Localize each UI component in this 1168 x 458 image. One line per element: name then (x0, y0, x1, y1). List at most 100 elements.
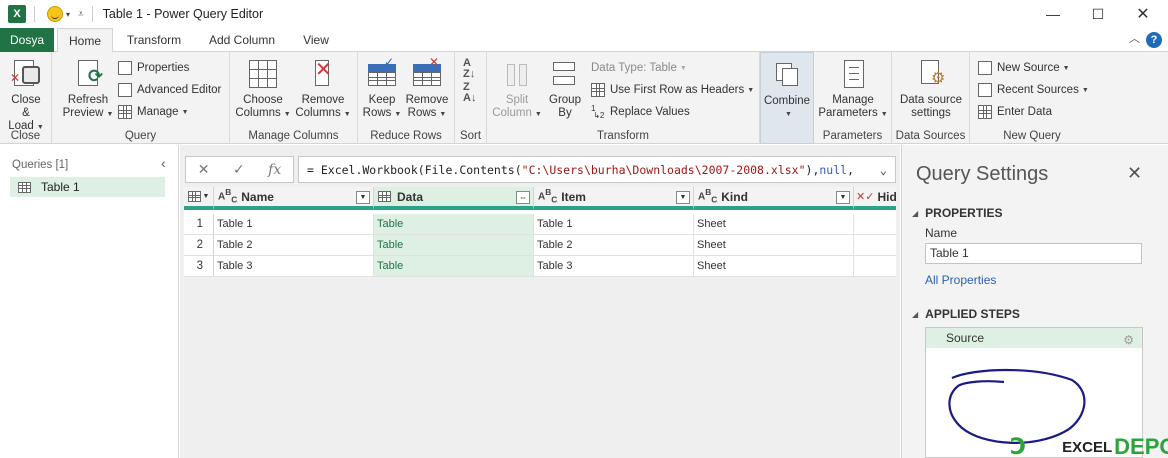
combine-button[interactable]: Combine ▼ (764, 59, 810, 121)
tab-add-column[interactable]: Add Column (200, 28, 284, 52)
data-source-settings-icon: ⚙ (915, 58, 947, 90)
text-type-icon: ABC (698, 186, 718, 205)
collapse-queries-icon[interactable]: ‹ (161, 155, 166, 171)
all-properties-link[interactable]: All Properties (925, 273, 996, 287)
queries-pane: Queries [1] ‹ Table 1 (0, 145, 179, 458)
minimize-button[interactable]: — (1030, 0, 1076, 28)
choose-columns-button[interactable]: Choose Columns ▼ (235, 58, 291, 121)
row-number[interactable]: 2 (184, 235, 214, 256)
replace-values-label: Replace Values (610, 106, 690, 118)
table-cell[interactable]: Table 1 (214, 214, 374, 235)
group-label-reduce-rows: Reduce Rows (370, 130, 442, 142)
refresh-label-1: Refresh (67, 94, 109, 106)
enter-data-button[interactable]: Enter Data (978, 103, 1052, 121)
manage-parameters-button[interactable]: Manage Parameters ▼ (818, 58, 888, 121)
column-header-item[interactable]: ABC Item ▼ (534, 187, 694, 210)
table-cell[interactable]: Sheet (694, 256, 854, 277)
tab-transform[interactable]: Transform (117, 28, 191, 52)
data-type-dropdown[interactable]: Data Type: Table ▼ (591, 59, 687, 77)
row-number[interactable]: 3 (184, 256, 214, 277)
group-by-button[interactable]: Group By (543, 58, 587, 120)
column-header-name[interactable]: ABC Name ▼ (214, 187, 374, 210)
tab-home[interactable]: Home (57, 28, 113, 53)
query-name-input[interactable]: Table 1 (925, 243, 1142, 264)
close-window-button[interactable]: ✕ (1120, 0, 1166, 28)
feedback-smiley-icon[interactable] (47, 6, 63, 22)
main-area: ✕ ✓ fx = Excel.Workbook(File.Contents("C… (180, 145, 900, 458)
query-settings-pane: Query Settings ✕ ◢ PROPERTIES Name Table… (901, 145, 1168, 458)
table-cell[interactable]: Table 3 (214, 256, 374, 277)
recent-sources-button[interactable]: Recent Sources ▼ (978, 81, 1089, 99)
properties-section-header[interactable]: ◢ PROPERTIES (912, 206, 1003, 220)
watermark-depo-text: DEPO (1114, 434, 1168, 458)
keep-rows-label-1: Keep (368, 94, 396, 106)
applied-steps-section-header[interactable]: ◢ APPLIED STEPS (912, 307, 1020, 321)
group-by-icon (549, 58, 581, 90)
column-header-data[interactable]: Data ⇔ (374, 187, 534, 210)
feedback-dropdown-icon[interactable]: ▾ (66, 10, 70, 19)
quick-access-customize-icon[interactable]: ⩡ (78, 9, 84, 20)
column-header-kind[interactable]: ABC Kind ▼ (694, 187, 854, 210)
maximize-button[interactable]: ☐ (1075, 0, 1121, 28)
title-separator (34, 6, 35, 22)
collapse-ribbon-icon[interactable]: ︿ (1129, 30, 1140, 46)
table-cell[interactable]: Table 3 (534, 256, 694, 277)
step-settings-gear-icon[interactable]: ⚙ (1123, 330, 1134, 350)
table-cell[interactable]: Table 2 (534, 235, 694, 256)
sort-descending-icon[interactable]: Z A↓ (463, 82, 476, 104)
sort-ascending-icon[interactable]: A Z↓ (463, 58, 475, 80)
insert-function-icon[interactable]: fx (268, 162, 281, 178)
manage-parameters-icon (837, 58, 869, 90)
help-icon[interactable]: ? (1146, 32, 1162, 48)
table-cell[interactable] (854, 256, 896, 277)
manage-button[interactable]: Manage ▼ (118, 103, 189, 121)
expand-formula-icon[interactable]: ⌄ (880, 163, 887, 177)
properties-button[interactable]: Properties (118, 59, 189, 77)
group-label-parameters: Parameters (822, 130, 883, 142)
data-source-settings-label-2: settings (911, 107, 951, 119)
advanced-editor-icon (118, 83, 132, 97)
formula-bar[interactable]: = Excel.Workbook(File.Contents("C:\Users… (298, 156, 896, 183)
new-source-button[interactable]: New Source ▼ (978, 59, 1070, 77)
refresh-preview-button[interactable]: ⟳ Refresh Preview ▼ (62, 58, 114, 121)
excel-logo-icon: X (8, 5, 26, 23)
close-settings-icon[interactable]: ✕ (1127, 163, 1142, 184)
step-item-source[interactable]: Source ⚙ (926, 328, 1142, 348)
collapse-triangle-icon: ◢ (912, 208, 919, 218)
data-source-settings-button[interactable]: ⚙ Data source settings (896, 58, 966, 120)
close-load-button[interactable]: ✕ Close & Load ▼ (6, 58, 46, 134)
group-label-manage-columns: Manage Columns (248, 130, 339, 142)
advanced-editor-button[interactable]: Advanced Editor (118, 81, 221, 99)
split-column-button[interactable]: Split Column ▼ (492, 58, 542, 121)
cancel-formula-icon[interactable]: ✕ (198, 161, 210, 178)
table-cell[interactable]: Table 1 (534, 214, 694, 235)
keep-rows-button[interactable]: ✓ Keep Rows ▼ (362, 56, 402, 121)
filter-dropdown-icon[interactable]: ▼ (676, 191, 690, 204)
tab-file[interactable]: Dosya (0, 28, 54, 52)
table-cell[interactable]: Table (374, 235, 534, 256)
filter-dropdown-icon[interactable]: ▼ (836, 191, 850, 204)
use-first-row-headers-button[interactable]: Use First Row as Headers ▼ (591, 81, 754, 99)
replace-values-button[interactable]: 1 ↳2 Replace Values (591, 103, 690, 121)
choose-columns-icon (249, 60, 277, 88)
table-cell[interactable]: Sheet (694, 235, 854, 256)
table-cell[interactable]: Table (374, 256, 534, 277)
expand-column-icon[interactable]: ⇔ (516, 191, 530, 204)
table-cell[interactable] (854, 214, 896, 235)
table-cell[interactable] (854, 235, 896, 256)
confirm-formula-icon[interactable]: ✓ (233, 161, 245, 178)
table-cell[interactable]: Table (374, 214, 534, 235)
new-source-label: New Source (997, 62, 1060, 74)
remove-columns-button[interactable]: ✕ Remove Columns ▼ (294, 58, 352, 121)
query-item-table-1[interactable]: Table 1 (10, 177, 165, 197)
tab-view[interactable]: View (294, 28, 338, 52)
table-cell[interactable]: Table 2 (214, 235, 374, 256)
queries-header: Queries [1] (12, 159, 69, 171)
excel-depo-watermark-logo: Ↄ EXCEL DEPO (1010, 434, 1168, 458)
remove-rows-button[interactable]: ✕ Remove Rows ▼ (404, 56, 450, 121)
column-header-hidden[interactable]: ✕✓ Hidd (854, 187, 896, 210)
table-menu-button[interactable]: ▼ (184, 187, 214, 210)
row-number[interactable]: 1 (184, 214, 214, 235)
filter-dropdown-icon[interactable]: ▼ (356, 191, 370, 204)
table-cell[interactable]: Sheet (694, 214, 854, 235)
